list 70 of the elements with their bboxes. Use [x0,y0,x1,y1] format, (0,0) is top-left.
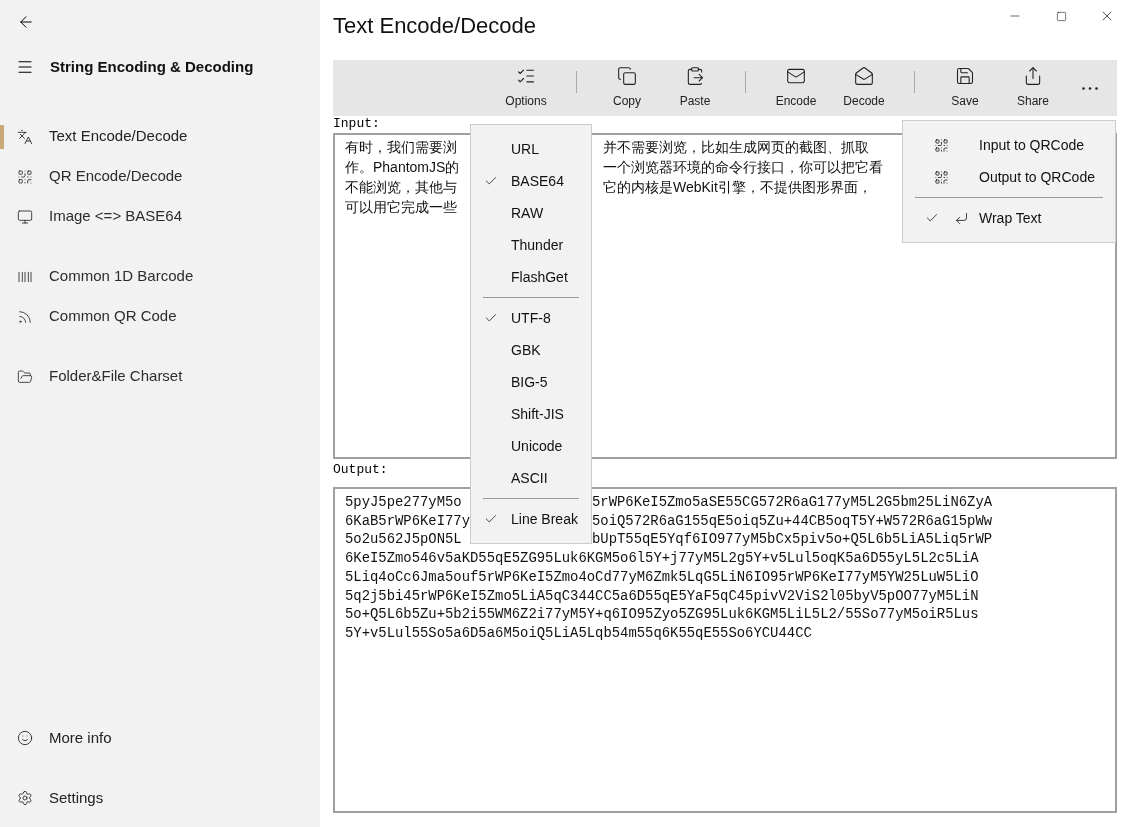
input-label: Input: [333,115,380,133]
text-line: 有时，我们需要浏 [345,138,457,157]
qr-code-icon [933,137,949,153]
menu-item[interactable]: ASCII [471,462,591,494]
qr-code-icon [17,168,33,185]
text-line: 5Y+v5Lul55So5a6D5a6M5oiQ5LiA5Lqb54m55q6K55qE55So6YCU44CC [345,623,812,643]
output-text-area[interactable] [333,487,1117,813]
page-title: Text Encode/Decode [333,12,537,40]
toolbar-button[interactable]: Encode [762,60,830,116]
toolbar-button[interactable]: Save [931,60,999,116]
menu-item[interactable]: Unicode [471,430,591,462]
maximize-icon [1055,10,1067,22]
save-icon [955,66,975,86]
app-title: String Encoding & Decoding [50,57,254,77]
toolbar-button[interactable]: Decode [830,60,898,116]
menu-item[interactable]: BIG-5 [471,366,591,398]
text-line: 作。PhantomJS的 [345,158,460,177]
more-icon [1082,86,1098,90]
menu-item[interactable]: RAW [471,197,591,229]
menu-item[interactable]: Wrap Text [903,202,1115,234]
return-arrow-icon [953,210,969,226]
menu-item[interactable]: URL [471,133,591,165]
text-line: 5rWP6KeI5Zmo5aSE55CG572R6aG177yM5L2G5bm25LiN6ZyA [592,493,993,512]
text-line: 5pyJ5pe277yM5o [345,493,462,512]
signal-icon [17,308,33,325]
nav-item[interactable]: Common 1D Barcode [0,265,194,288]
text-line: 6KeI5Zmo546v5aKD55qE5ZG95Luk6KGM5o6l5Y+j77yM5L2g5Y+v5Lul5oqK5a6D55yL5L2c5LiA [345,549,979,568]
text-line: 并不需要浏览，比如生成网页的截图、抓取 [603,138,869,157]
toolbar-button[interactable]: Options [492,60,560,116]
settings-icon [17,790,33,806]
text-line: 5q2j5bi45rWP6KeI5Zmo5LiA5qC344CC5a6D55qE5YaF5qC45pivV2ViS2l05byV5pOO77yM5LiN [345,586,979,606]
folder-icon [17,368,33,385]
nav-item[interactable]: Image <=> BASE64 [0,205,182,228]
toolbar-button[interactable]: Paste [661,60,729,116]
menu-item[interactable]: Shift-JIS [471,398,591,430]
envelope-icon [786,66,806,86]
smile-icon [17,730,33,746]
monitor-icon [17,208,33,225]
output-label: Output: [333,461,388,479]
text-line: 它的内核是WebKit引擎，不提供图形界面， [603,178,872,197]
text-line: 一个浏览器环境的命令行接口，你可以把它看 [603,158,883,177]
text-line: 可以用它完成一些 [345,198,457,217]
text-line: 6KaB5rWP6KeI77y [345,511,471,531]
menu-item[interactable]: Line Break [471,503,591,535]
menu-item[interactable]: FlashGet [471,261,591,293]
text-line: 5oiQ572R6aG155qE5oiq5Zu+44CB5oqT5Y+W572R6aG15pWw [592,511,993,531]
text-line: bUpT55qE5Yqf6IO977yM5bCx5piv5o+Q5L6b5LiA5Liq5rWP [592,530,993,550]
text-line: 5Liq4oCc6Jma5ouf5rWP6KeI5Zmo4oCd77yM6Zmk5LqG5LiN6IO95rWP6KeI77yM5YW25LuW5LiO [345,567,979,587]
menu-item[interactable]: BASE64 [471,165,591,197]
share-icon [1023,66,1043,86]
nav-item[interactable]: More info [0,718,320,758]
nav-item[interactable]: Common QR Code [0,305,177,328]
toolbar-button[interactable]: Copy [593,60,661,116]
translate-icon [17,128,33,145]
menu-item[interactable]: GBK [471,334,591,366]
paste-icon [685,66,705,86]
menu-item[interactable]: UTF-8 [471,302,591,334]
nav-item[interactable]: Settings [0,778,320,818]
qr-code-icon [933,169,949,185]
nav-item[interactable]: Folder&File Charset [0,365,183,388]
nav-item[interactable]: QR Encode/Decode [0,165,183,188]
toolbar-button[interactable]: Share [999,60,1067,116]
text-line: 不能浏览，其他与 [345,178,457,197]
text-line: 5o2u562J5pON5L [345,530,462,550]
nav-item[interactable]: Text Encode/Decode [0,125,188,148]
text-line: 5o+Q5L6b5Zu+5b2i55WM6Z2i77yM5Y+q6IO95Zyo5ZG95Luk6KGM5LiL5L2/55So77yM5oiR5Lus [345,605,979,624]
menu-item[interactable]: Thunder [471,229,591,261]
open-envelope-icon [854,66,874,86]
copy-icon [617,66,637,86]
menu-item[interactable]: Output to QRCode [903,161,1115,193]
